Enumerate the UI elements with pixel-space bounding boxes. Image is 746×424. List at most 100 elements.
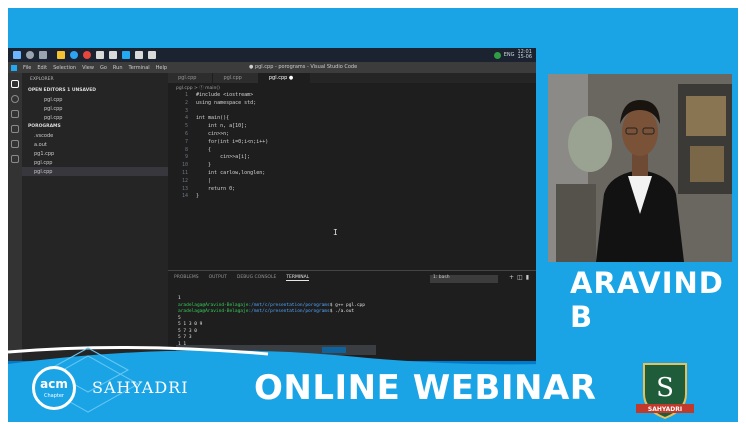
code-line[interactable]: 12 | [168, 178, 536, 186]
code-line[interactable]: 4 int main(){ [168, 115, 536, 123]
code-line[interactable]: 6 cin>>n; [168, 131, 536, 139]
extensions-icon[interactable] [11, 155, 19, 163]
code-text: int main(){ [196, 115, 230, 122]
open-editors-header[interactable]: OPEN EDITORS 1 UNSAVED [22, 86, 168, 95]
menu-run[interactable]: Run [113, 65, 123, 71]
line-number: 11 [181, 169, 188, 176]
menu-file[interactable]: File [23, 65, 31, 71]
speaker-video [548, 74, 732, 262]
terminal-select[interactable]: 1: bash [430, 275, 498, 283]
menu-view[interactable]: View [82, 65, 94, 71]
speaker-name: ARAVIND B [570, 266, 724, 334]
remote-explorer-icon[interactable] [11, 140, 19, 148]
terminal-path: :/mnt/c/presentation/porograms [248, 309, 330, 314]
terminal-prompt: aradelaga@Aravind-Belagaje [178, 309, 249, 314]
code-line[interactable]: 7 for(int i=0;i<n;i++) [168, 139, 536, 147]
file-item[interactable]: .vscode [22, 131, 168, 140]
line-number: 1 [184, 92, 188, 98]
code-line[interactable]: 5 int n, a[10]; [168, 123, 536, 131]
line-number: 10 [181, 162, 188, 169]
file-item-active[interactable]: pgl.cpp [22, 167, 168, 176]
terminal-output[interactable]: 1 aradelaga@Aravind-Belagaje:/mnt/c/prese… [178, 296, 365, 348]
code-text: { [196, 146, 212, 153]
mouse-cursor-icon: I [333, 228, 338, 237]
acm-logo-sub: Chapter [44, 393, 64, 399]
open-editor-item[interactable]: pgl.cpp [22, 95, 168, 104]
explorer-icon[interactable] [11, 80, 19, 88]
code-text: int n, a[10]; [196, 123, 248, 130]
split-terminal-icon[interactable]: ◫ [517, 274, 526, 281]
line-number: 7 [184, 138, 188, 145]
terminal-text: 1 [178, 296, 181, 301]
editor-tabs: pgl.cpp pgl.cpp pgl.cpp ● [168, 73, 536, 83]
menu-terminal[interactable]: Terminal [129, 65, 150, 71]
editor-tab[interactable]: pgl.cpp [168, 73, 214, 83]
panel-actions: +◫▮ [509, 274, 532, 281]
tab-debug-console[interactable]: DEBUG CONSOLE [237, 275, 276, 281]
source-control-icon[interactable] [11, 110, 19, 118]
new-terminal-icon[interactable]: + [509, 274, 517, 281]
code-line[interactable]: 1 #include <iostream> [168, 92, 536, 100]
tray-app-icon[interactable] [493, 51, 501, 59]
language-indicator[interactable]: ENG [504, 52, 515, 58]
menu-go[interactable]: Go [100, 65, 107, 71]
activity-bar [8, 73, 22, 368]
vscode-taskbar-icon[interactable] [122, 51, 130, 59]
code-text: using namespace std; [196, 99, 257, 106]
code-text: int carlow,longlen; [196, 169, 266, 176]
menu-edit[interactable]: Edit [37, 65, 47, 71]
mail-icon[interactable] [109, 51, 117, 59]
code-lines[interactable]: 1 #include <iostream> 2 using namespace std… [168, 92, 536, 201]
terminal-text: $ g++ pgl.cpp [329, 302, 365, 308]
code-line[interactable]: 13 return 0; [168, 186, 536, 194]
terminal-path: :/mnt/c/presentation/porograms [248, 302, 330, 308]
code-line[interactable]: 14} [168, 193, 536, 201]
code-line[interactable]: 2 using namespace std; [168, 100, 536, 108]
app-icon-2[interactable] [148, 51, 156, 59]
run-debug-icon[interactable] [11, 125, 19, 133]
terminal-prompt: aradelaga@Aravind-Belagaje [178, 302, 249, 308]
windows-start-icon[interactable] [13, 51, 21, 59]
search-sidebar-icon[interactable] [11, 95, 19, 103]
search-icon[interactable] [26, 51, 34, 59]
menu-help[interactable]: Help [156, 65, 167, 71]
shared-screen: ENG 12:01 15-06 File Edit Selection View… [8, 48, 536, 368]
unsaved-dot-icon[interactable]: ● [289, 75, 293, 81]
tab-output[interactable]: OUTPUT [209, 275, 227, 281]
edge-icon[interactable] [70, 51, 78, 59]
code-line[interactable]: 3 [168, 108, 536, 116]
project-header[interactable]: POROGRAMS [22, 122, 168, 131]
terminal-text: 5 1 3 0 9 [178, 322, 203, 327]
file-item[interactable]: pg1.cpp [22, 149, 168, 158]
store-icon[interactable] [96, 51, 104, 59]
code-text: } [196, 162, 212, 169]
line-number: 14 [181, 193, 188, 200]
line-number: 5 [184, 123, 188, 130]
open-editor-item[interactable]: pgl.cpp [22, 104, 168, 113]
code-line[interactable]: 9 cin>>a[i]; [168, 154, 536, 162]
code-line[interactable]: 11 int carlow,longlen; [168, 170, 536, 178]
app-icon[interactable] [135, 51, 143, 59]
tab-terminal[interactable]: TERMINAL [286, 275, 310, 281]
chrome-icon[interactable] [83, 51, 91, 59]
speaker-photo [548, 74, 732, 262]
sahyadri-crest-icon: S SAHYADRI [636, 363, 694, 420]
file-explorer-icon[interactable] [57, 51, 65, 59]
code-line[interactable]: 10 } [168, 162, 536, 170]
tab-problems[interactable]: PROBLEMS [174, 275, 199, 281]
menu-selection[interactable]: Selection [53, 65, 76, 71]
code-line[interactable]: 8 { [168, 147, 536, 155]
terminal-text: $ ./a.out [329, 309, 355, 314]
editor-tab-active[interactable]: pgl.cpp ● [258, 73, 311, 83]
task-view-icon[interactable] [39, 51, 47, 59]
file-item[interactable]: a.out [22, 140, 168, 149]
code-text: cin>>a[i]; [196, 154, 251, 161]
line-number: 12 [181, 177, 188, 184]
editor-tab[interactable]: pgl.cpp [213, 73, 259, 83]
trash-icon[interactable]: ▮ [526, 274, 532, 281]
open-editor-item[interactable]: pgl.cpp [22, 113, 168, 122]
file-item[interactable]: pgl.cpp [22, 158, 168, 167]
code-text: cin>>n; [196, 130, 230, 137]
video-frame: ENG 12:01 15-06 File Edit Selection View… [8, 8, 738, 422]
line-number: 13 [181, 185, 188, 192]
